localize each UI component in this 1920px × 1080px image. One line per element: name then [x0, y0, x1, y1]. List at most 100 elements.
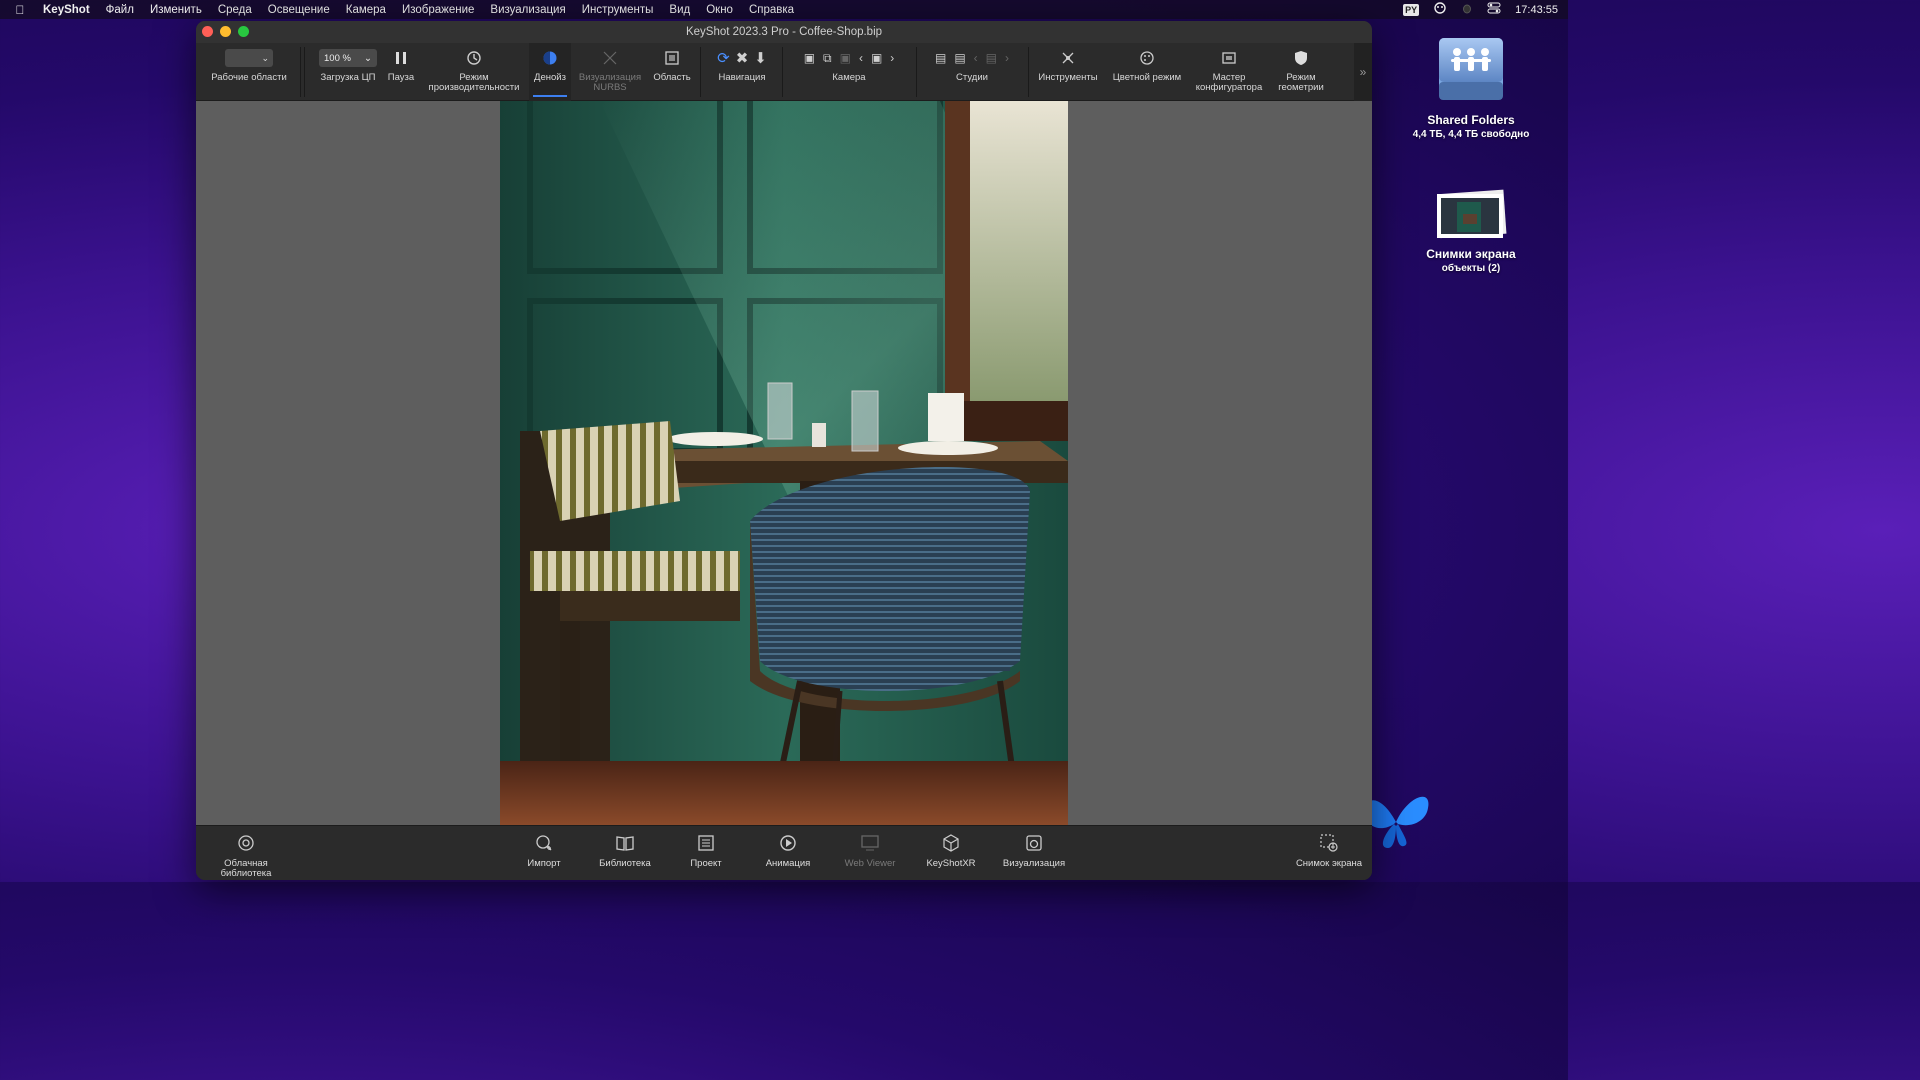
camera-icons: ▣ ⧉ ▣ ‹ ▣ ›	[804, 43, 895, 73]
separator	[916, 47, 917, 97]
maximize-window-button[interactable]	[238, 26, 249, 37]
import-button[interactable]: Импорт	[514, 826, 574, 880]
cloud-library-button[interactable]: Облачная библиотека	[210, 826, 282, 880]
bug-icon[interactable]	[1461, 2, 1473, 17]
navigation-group: ⟳ ✖ ⬇ Навигация	[704, 43, 780, 101]
geometry-mode-button[interactable]: Режим геометрии	[1270, 43, 1332, 101]
rotate-icon[interactable]: ⟳	[717, 49, 730, 67]
render-label: Визуализация	[1002, 858, 1066, 869]
menubar-clock[interactable]: 17:43:55	[1515, 4, 1558, 16]
camera-copy-icon[interactable]: ⧉	[823, 51, 832, 66]
desktop-icon-shared-folders[interactable]: Shared Folders 4,4 ТБ, 4,4 ТБ свободно	[1396, 32, 1546, 140]
screenshot-label: Снимок экрана	[1295, 858, 1363, 869]
chevron-left-icon[interactable]: ‹	[859, 51, 863, 65]
menu-help[interactable]: Справка	[741, 4, 802, 16]
camera-view-icon[interactable]: ▣	[871, 51, 882, 65]
import-icon	[535, 826, 553, 859]
library-button[interactable]: Библиотека	[592, 826, 658, 880]
chevron-right-icon[interactable]: ›	[1005, 51, 1009, 65]
web-viewer-button[interactable]: Web Viewer	[836, 826, 904, 880]
cloud-library-icon	[237, 826, 255, 859]
screenshot-icon	[1319, 826, 1339, 859]
camera-add-icon[interactable]: ▣	[804, 51, 815, 65]
minimize-window-button[interactable]	[220, 26, 231, 37]
menu-lighting[interactable]: Освещение	[260, 4, 338, 16]
vpn-icon[interactable]	[1433, 2, 1447, 17]
project-label: Проект	[690, 858, 722, 869]
performance-mode-label-2: производительности	[428, 82, 520, 93]
download-arrow-icon[interactable]: ⬇	[754, 49, 767, 67]
cpu-load-label: Загрузка ЦП	[320, 72, 376, 83]
geometry-label-2: геометрии	[1278, 82, 1324, 93]
studio-view-icon[interactable]: ▤	[986, 51, 997, 65]
shared-folders-label: Shared Folders	[1427, 113, 1515, 127]
studio-icon[interactable]: ▤	[935, 51, 946, 65]
keyshotxr-button[interactable]: KeyShotXR	[918, 826, 984, 880]
zoom-value: 100 %	[324, 52, 351, 64]
chevron-down-icon: ⌄	[261, 52, 269, 63]
menu-tools[interactable]: Инструменты	[574, 4, 662, 16]
region-button[interactable]: Область	[650, 43, 694, 101]
menu-app[interactable]: KeyShot	[40, 4, 98, 16]
project-button[interactable]: Проект	[676, 826, 736, 880]
window-controls	[202, 26, 249, 37]
network-drive-icon	[1433, 32, 1509, 113]
screenshots-count: объекты (2)	[1441, 263, 1501, 274]
menu-edit[interactable]: Изменить	[142, 4, 210, 16]
animation-label: Анимация	[765, 858, 811, 869]
screenshot-button[interactable]: Снимок экрана	[1290, 826, 1368, 880]
shared-folders-capacity: 4,4 ТБ, 4,4 ТБ свободно	[1412, 129, 1530, 140]
menu-environment[interactable]: Среда	[210, 4, 260, 16]
pause-button[interactable]: Пауза	[382, 43, 420, 101]
control-center-icon[interactable]	[1487, 2, 1501, 17]
tools-label: Инструменты	[1038, 72, 1098, 83]
menu-window[interactable]: Окно	[698, 4, 741, 16]
toolbar-overflow-button[interactable]: »	[1354, 43, 1372, 101]
configurator-wizard-button[interactable]: Мастер конфигуратора	[1190, 43, 1268, 101]
denoise-icon	[542, 43, 558, 73]
color-mode-button[interactable]: Цветной режим	[1108, 43, 1186, 101]
tools-button[interactable]: Инструменты	[1032, 43, 1104, 101]
close-window-button[interactable]	[202, 26, 213, 37]
menu-image[interactable]: Изображение	[394, 4, 482, 16]
chevron-down-icon: ⌄	[364, 52, 372, 64]
workspaces-control[interactable]: ⌄ Рабочие области	[204, 43, 294, 101]
screenshots-label: Снимки экрана	[1426, 247, 1516, 261]
workspaces-dropdown[interactable]: ⌄	[225, 49, 273, 67]
render-viewport[interactable]	[196, 101, 1372, 825]
nurbs-render-button[interactable]: Визуализация NURBS	[576, 43, 644, 101]
menu-camera[interactable]: Камера	[338, 4, 394, 16]
animation-button[interactable]: Анимация	[756, 826, 820, 880]
project-icon	[697, 826, 715, 859]
screenshots-stack-icon	[1433, 186, 1509, 247]
menu-render[interactable]: Визуализация	[482, 4, 573, 16]
zoom-dropdown[interactable]: 100 % ⌄	[319, 49, 377, 67]
cpu-usage-control[interactable]: 100 % ⌄ Загрузка ЦП	[314, 43, 382, 101]
cube-icon	[942, 826, 960, 859]
performance-mode-button[interactable]: Режим производительности	[424, 43, 524, 101]
palette-icon	[1139, 43, 1155, 73]
title-bar: KeyShot 2023.3 Pro - Coffee-Shop.bip	[196, 21, 1372, 43]
workspaces-label: Рабочие области	[211, 72, 287, 83]
cloud-library-label-2: библиотека	[220, 868, 272, 879]
keyshot-window: KeyShot 2023.3 Pro - Coffee-Shop.bip ⌄ Р…	[196, 21, 1372, 880]
apple-menu-icon[interactable]: 	[0, 3, 40, 17]
desktop-icon-screenshots[interactable]: Снимки экрана объекты (2)	[1396, 186, 1546, 274]
menu-bar:  KeyShot Файл Изменить Среда Освещение …	[0, 0, 1568, 19]
chevron-left-icon[interactable]: ‹	[974, 51, 978, 65]
separator	[1028, 47, 1029, 97]
tools-icon	[1060, 43, 1076, 73]
pause-label: Пауза	[387, 72, 415, 83]
camera-delete-icon[interactable]: ▣	[840, 51, 851, 65]
expand-icon[interactable]: ✖	[736, 49, 749, 67]
studio-add-icon[interactable]: ▤	[954, 51, 965, 65]
denoise-button[interactable]: Денойз	[529, 43, 571, 101]
menu-file[interactable]: Файл	[98, 4, 142, 16]
nurbs-label-2: NURBS	[593, 82, 627, 93]
menu-view[interactable]: Вид	[661, 4, 698, 16]
render-button[interactable]: Визуализация	[996, 826, 1072, 880]
input-source-badge[interactable]: PY	[1403, 3, 1420, 16]
render-image[interactable]	[500, 101, 1068, 825]
pause-icon	[395, 43, 407, 73]
chevron-right-icon[interactable]: ›	[890, 51, 894, 65]
